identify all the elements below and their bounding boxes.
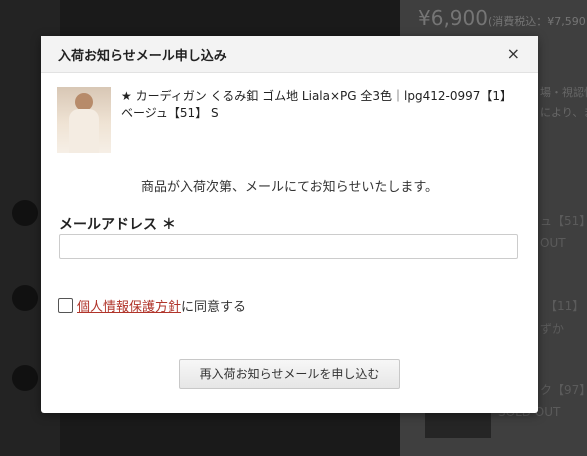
- close-icon[interactable]: ×: [507, 44, 520, 63]
- product-summary: ★ カーディガン くるみ釦 ゴム地 Liala×PG 全3色｜lpg412-09…: [57, 87, 522, 153]
- notice-text: 商品が入荷次第、メールにてお知らせいたします。: [140, 180, 439, 195]
- modal-header: 入荷お知らせメール申し込み ×: [41, 36, 538, 73]
- submit-button[interactable]: 再入荷お知らせメールを申し込む: [179, 359, 400, 389]
- product-name: ★ カーディガン くるみ釦 ゴム地 Liala×PG 全3色｜lpg412-09…: [121, 89, 513, 120]
- product-thumbnail: [57, 87, 111, 153]
- email-field[interactable]: [59, 234, 518, 259]
- restock-notice-modal: 入荷お知らせメール申し込み × ★ カーディガン くるみ釦 ゴム地 Liala×…: [41, 36, 538, 413]
- agree-label: に同意する: [181, 300, 247, 315]
- modal-title: 入荷お知らせメール申し込み: [58, 49, 227, 64]
- email-label: メールアドレス ＊: [59, 217, 176, 233]
- agree-checkbox[interactable]: [58, 298, 73, 313]
- privacy-policy-link[interactable]: 個人情報保護方針: [77, 296, 181, 315]
- privacy-agreement: 個人情報保護方針 に同意する: [58, 296, 246, 315]
